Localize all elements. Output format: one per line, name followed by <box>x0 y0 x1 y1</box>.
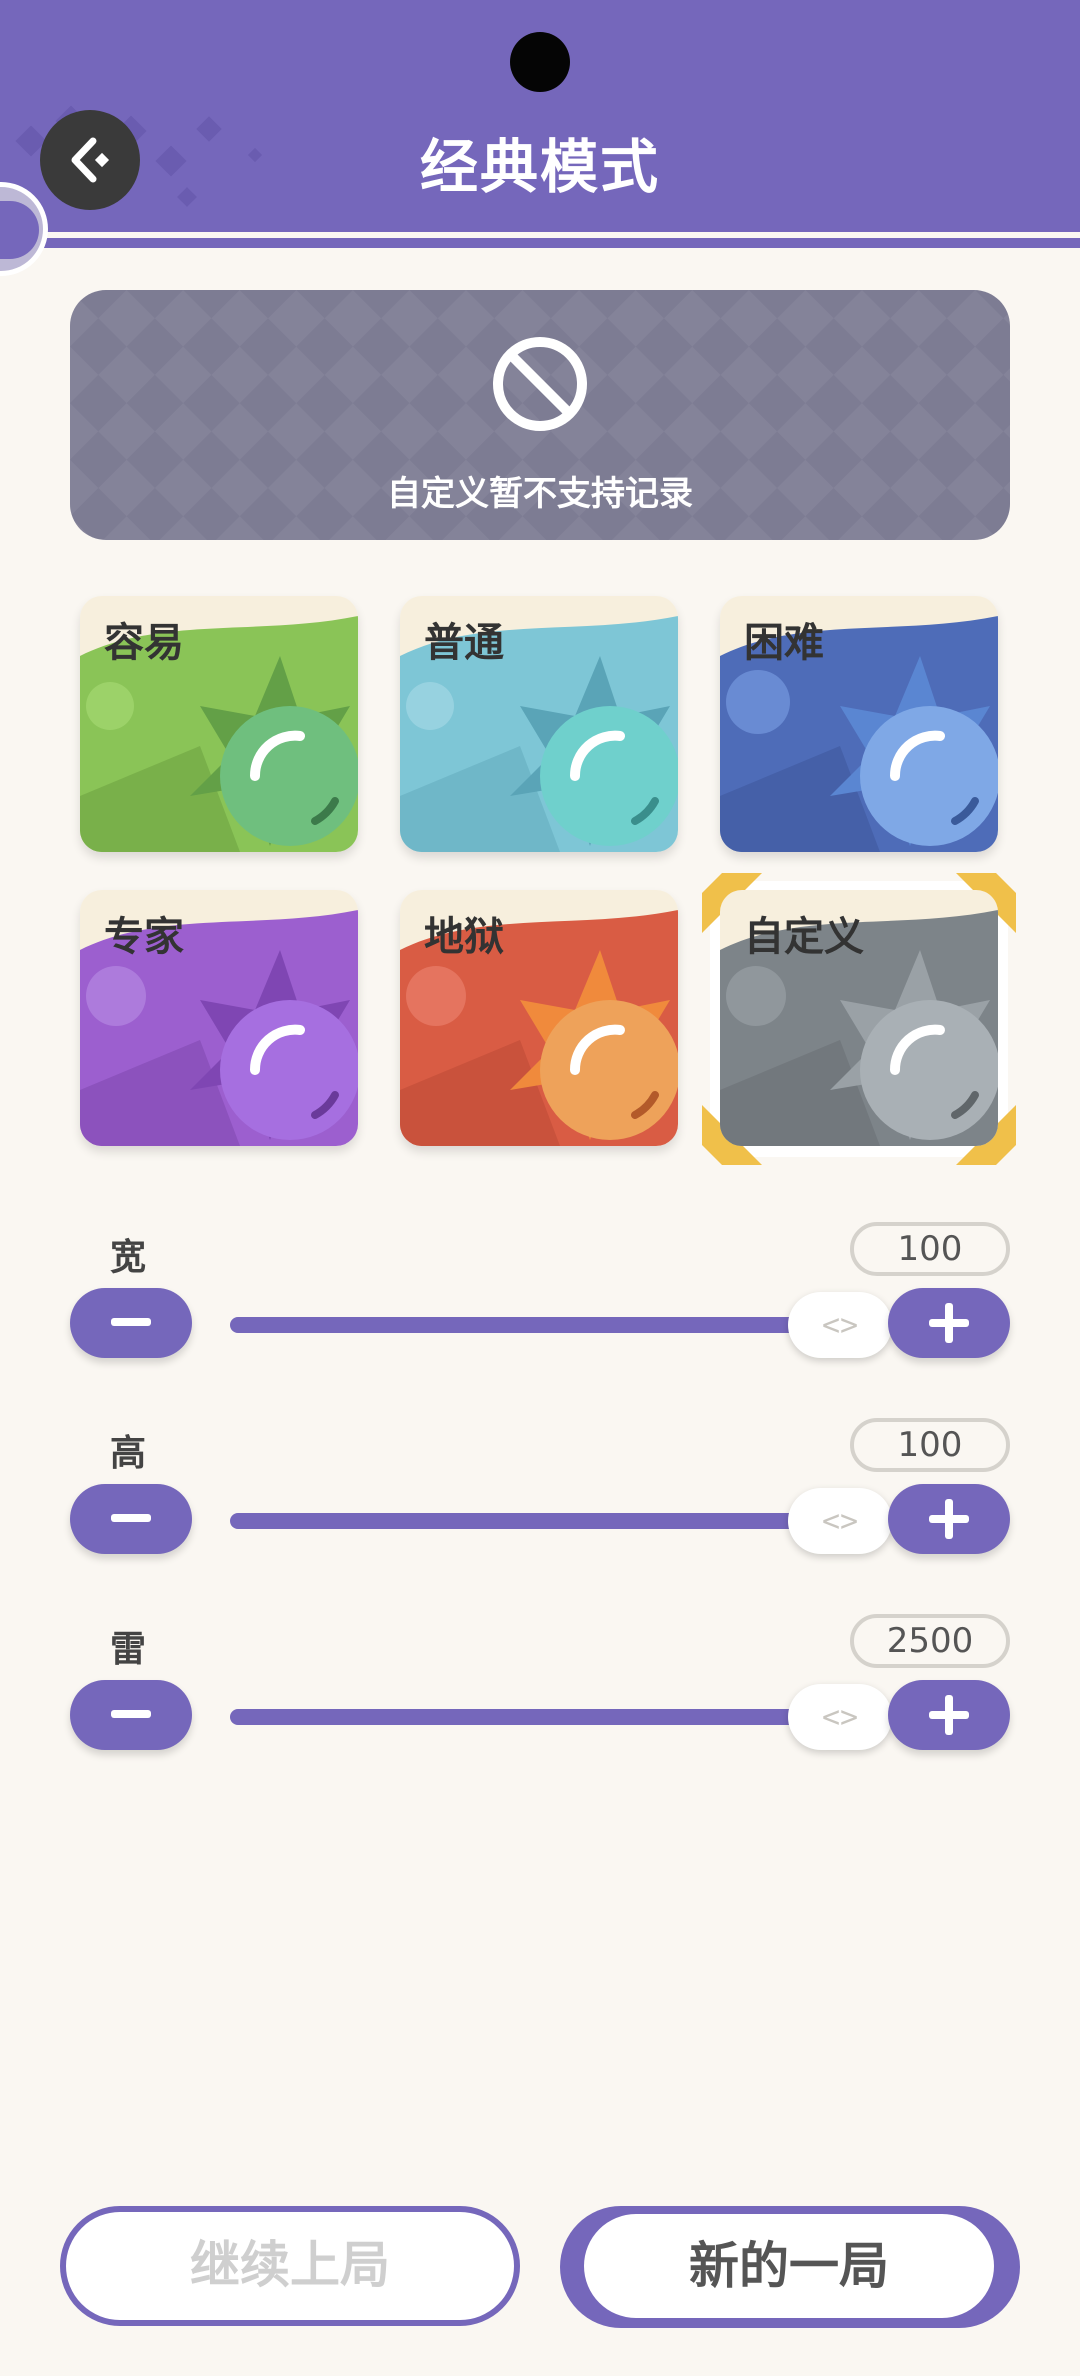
height-plus-button[interactable] <box>888 1484 1010 1554</box>
difficulty-card-normal[interactable]: 普通 <box>400 596 678 852</box>
camera-cutout <box>510 32 570 92</box>
difficulty-label: 自定义 <box>744 914 864 960</box>
difficulty-card-hell[interactable]: 地狱 <box>400 890 678 1146</box>
height-minus-button[interactable] <box>70 1484 192 1554</box>
mines-plus-button[interactable] <box>888 1680 1010 1750</box>
width-plus-button[interactable] <box>888 1288 1010 1358</box>
header-accent-line <box>0 238 1080 248</box>
new-game-button[interactable]: 新的一局 <box>560 2206 1020 2328</box>
plus-icon <box>929 1695 969 1735</box>
drag-handle-icon: <> <box>821 1503 859 1539</box>
width-value-field[interactable]: 100 <box>850 1222 1010 1276</box>
difficulty-card-expert[interactable]: 专家 <box>80 890 358 1146</box>
difficulty-card-hard[interactable]: 困难 <box>720 596 998 852</box>
width-label: 宽 <box>110 1237 147 1278</box>
difficulty-label: 困难 <box>744 620 824 666</box>
plus-icon <box>929 1499 969 1539</box>
height-label: 高 <box>110 1433 147 1474</box>
difficulty-label: 容易 <box>104 620 184 666</box>
page-title: 经典模式 <box>419 133 660 201</box>
mines-minus-button[interactable] <box>70 1680 192 1750</box>
height-slider-thumb[interactable]: <> <box>788 1488 892 1554</box>
difficulty-label: 普通 <box>424 620 504 666</box>
new-game-label: 新的一局 <box>584 2214 994 2318</box>
width-slider-thumb[interactable]: <> <box>788 1292 892 1358</box>
difficulty-card-easy[interactable]: 容易 <box>80 596 358 852</box>
drag-handle-icon: <> <box>821 1307 859 1343</box>
difficulty-label: 专家 <box>104 914 184 960</box>
difficulty-label: 地狱 <box>424 914 504 960</box>
plus-icon <box>929 1303 969 1343</box>
notice-text: 自定义暂不支持记录 <box>387 474 693 514</box>
width-minus-button[interactable] <box>70 1288 192 1358</box>
continue-game-button[interactable]: 继续上局 <box>60 2206 520 2326</box>
mines-slider-track[interactable] <box>230 1709 820 1725</box>
minus-icon <box>111 1710 151 1718</box>
mines-slider-thumb[interactable]: <> <box>788 1684 892 1750</box>
mines-value-field[interactable]: 2500 <box>850 1614 1010 1668</box>
record-notice-card: 自定义暂不支持记录 <box>70 290 1010 540</box>
difficulty-card-custom[interactable]: 自定义 <box>720 890 998 1146</box>
height-value-field[interactable]: 100 <box>850 1418 1010 1472</box>
height-slider-track[interactable] <box>230 1513 820 1529</box>
minus-icon <box>111 1318 151 1326</box>
mines-label: 雷 <box>110 1629 147 1670</box>
minus-icon <box>111 1514 151 1522</box>
header-divider <box>0 232 1080 236</box>
ban-icon <box>493 337 587 431</box>
drag-handle-icon: <> <box>821 1699 859 1735</box>
width-slider-track[interactable] <box>230 1317 820 1333</box>
